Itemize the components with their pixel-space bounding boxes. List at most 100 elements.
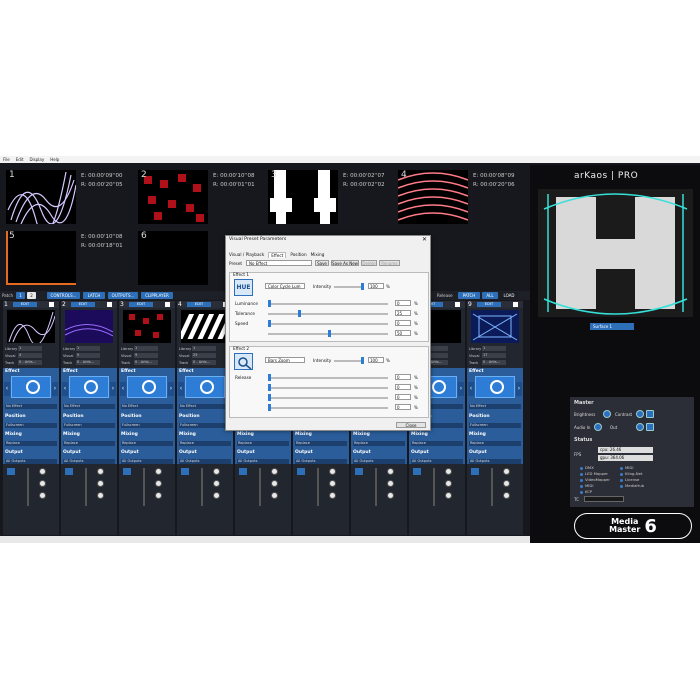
- audio-out-knob[interactable]: [636, 423, 644, 431]
- play-icon[interactable]: [471, 468, 479, 475]
- effect-1-param-thumb[interactable]: [328, 330, 331, 337]
- next-arrow-icon[interactable]: ›: [458, 382, 464, 396]
- visual-field[interactable]: 17: [482, 353, 506, 358]
- visual-slot-4[interactable]: 4 E: 00:00'08''09 R: 00:00'20''06: [395, 168, 525, 226]
- knob-icon[interactable]: [329, 492, 336, 499]
- position-dropdown[interactable]: Fullscreen: [63, 423, 115, 428]
- visual-thumbnail[interactable]: [398, 170, 468, 224]
- knob-icon[interactable]: [271, 468, 278, 475]
- effect-1-param-slider[interactable]: [268, 323, 388, 325]
- play-icon[interactable]: [7, 468, 15, 475]
- page-button-2[interactable]: 2: [27, 292, 36, 299]
- knob-icon[interactable]: [213, 492, 220, 499]
- knob-icon[interactable]: [39, 492, 46, 499]
- tab-visual-playback[interactable]: Visual / Playback: [229, 252, 264, 258]
- visual-slot-1[interactable]: 1 E: 00:00'09''00 R: 00:00'20''05: [3, 168, 133, 226]
- opacity-fader[interactable]: [143, 468, 145, 506]
- opacity-fader[interactable]: [201, 468, 203, 506]
- effect-dropdown[interactable]: No Effect: [5, 404, 57, 409]
- position-dropdown[interactable]: Fullscreen: [469, 423, 521, 428]
- mixing-dropdown[interactable]: Replace: [5, 441, 57, 446]
- opacity-fader[interactable]: [27, 468, 29, 506]
- next-arrow-icon[interactable]: ›: [110, 382, 116, 396]
- track-field[interactable]: 0 - Artis...: [192, 360, 216, 365]
- edit-button[interactable]: EDIT: [129, 302, 153, 307]
- position-dropdown[interactable]: Fullscreen: [5, 423, 57, 428]
- opacity-fader[interactable]: [85, 468, 87, 506]
- tab-mixing[interactable]: Mixing: [311, 252, 325, 258]
- close-button[interactable]: Close: [396, 422, 426, 428]
- visual-field[interactable]: 25: [192, 353, 216, 358]
- position-dropdown[interactable]: Fullscreen: [121, 423, 173, 428]
- library-field[interactable]: 1: [18, 346, 42, 351]
- opacity-fader[interactable]: [317, 468, 319, 506]
- brightness-knob[interactable]: [603, 410, 611, 418]
- knob-icon[interactable]: [329, 480, 336, 487]
- effect-dropdown[interactable]: No Effect: [469, 404, 521, 409]
- effect-1-param-slider[interactable]: [268, 303, 388, 305]
- rename-button[interactable]: Rename: [379, 260, 400, 266]
- effect-1-intensity-slider[interactable]: [334, 286, 364, 288]
- knob-icon[interactable]: [155, 480, 162, 487]
- play-icon[interactable]: [297, 468, 305, 475]
- knob-icon[interactable]: [445, 468, 452, 475]
- knob-icon[interactable]: [97, 468, 104, 475]
- save-button[interactable]: Save: [315, 260, 329, 266]
- play-icon[interactable]: [355, 468, 363, 475]
- effect-1-param-value[interactable]: 25: [395, 310, 411, 316]
- delete-button[interactable]: Delete: [361, 260, 377, 266]
- knob-icon[interactable]: [155, 468, 162, 475]
- effect-2-param-value[interactable]: 0: [395, 404, 411, 410]
- position-dropdown[interactable]: Fullscreen: [179, 423, 231, 428]
- knob-icon[interactable]: [39, 480, 46, 487]
- strip-thumbnail[interactable]: [471, 310, 519, 343]
- menu-file[interactable]: File: [3, 156, 10, 163]
- knob-icon[interactable]: [97, 492, 104, 499]
- effect-1-param-thumb[interactable]: [268, 300, 271, 307]
- effect-2-select[interactable]: Bars Zoom: [265, 357, 305, 363]
- effect-2-param-slider[interactable]: [268, 377, 388, 379]
- next-arrow-icon[interactable]: ›: [52, 382, 58, 396]
- effect-1-param-value[interactable]: 0: [395, 320, 411, 326]
- play-icon[interactable]: [65, 468, 73, 475]
- effect-2-intensity-thumb[interactable]: [361, 357, 364, 364]
- menu-edit[interactable]: Edit: [16, 156, 24, 163]
- knob-icon[interactable]: [271, 492, 278, 499]
- track-field[interactable]: 0 - Artis...: [76, 360, 100, 365]
- play-icon[interactable]: [123, 468, 131, 475]
- tab-effect[interactable]: Effect: [268, 252, 287, 258]
- effect-1-param-thumb[interactable]: [268, 320, 271, 327]
- mixing-dropdown[interactable]: Replace: [469, 441, 521, 446]
- hue-effect-icon[interactable]: HUE: [234, 279, 253, 296]
- effect-1-param-value[interactable]: 0: [395, 300, 411, 306]
- effect-2-intensity-slider[interactable]: [334, 360, 364, 362]
- knob-icon[interactable]: [503, 492, 510, 499]
- edit-button[interactable]: EDIT: [187, 302, 211, 307]
- bars-zoom-effect-icon[interactable]: [234, 353, 253, 370]
- track-field[interactable]: 0 - Artis...: [482, 360, 506, 365]
- mixing-dropdown[interactable]: Replace: [237, 441, 289, 446]
- effect-dropdown[interactable]: No Effect: [63, 404, 115, 409]
- effect-1-select[interactable]: Color Cycle Lum: [265, 283, 305, 289]
- effect-slot[interactable]: [475, 376, 515, 398]
- contrast-knob[interactable]: [636, 410, 644, 418]
- strip-select-checkbox[interactable]: [165, 302, 170, 307]
- play-icon[interactable]: [181, 468, 189, 475]
- visual-thumbnail[interactable]: [6, 170, 76, 224]
- page-button-1[interactable]: 1: [16, 292, 25, 299]
- visual-slot-5[interactable]: 5 E: 00:00'10''08 R: 00:00'18''01: [3, 229, 133, 287]
- controls-button[interactable]: CONTROLS...: [47, 292, 80, 299]
- effect-1-intensity-value[interactable]: 100: [368, 283, 384, 289]
- save-as-new-button[interactable]: Save As New: [331, 260, 359, 266]
- edit-button[interactable]: EDIT: [13, 302, 37, 307]
- knob-icon[interactable]: [155, 492, 162, 499]
- opacity-fader[interactable]: [375, 468, 377, 506]
- effect-slot[interactable]: [127, 376, 167, 398]
- effect-1-param-slider[interactable]: [268, 313, 388, 315]
- opacity-fader[interactable]: [433, 468, 435, 506]
- visual-slot-2[interactable]: 2 E: 00:00'10''08 R: 00:00'01''01: [135, 168, 265, 226]
- preset-select[interactable]: No Effect: [246, 260, 312, 266]
- strip-thumbnail[interactable]: [123, 310, 171, 343]
- effect-2-param-thumb[interactable]: [268, 384, 271, 391]
- play-icon[interactable]: [239, 468, 247, 475]
